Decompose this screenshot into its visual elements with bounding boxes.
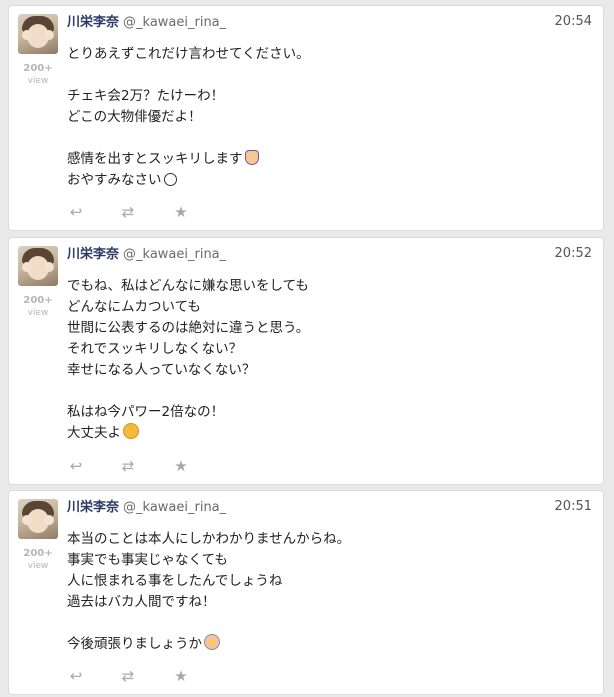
tweet-line: 世間に公表するのは絶対に違うと思う。 (67, 320, 310, 336)
tweet-line: とりあえずこれだけ言わせてください。 (67, 46, 310, 62)
star-icon[interactable]: ★ (172, 668, 190, 684)
retweet-icon[interactable]: ⇄ (119, 668, 137, 684)
person-emoji-icon (244, 150, 259, 165)
tweet-line: 事実でも事実じゃなくても (67, 552, 228, 568)
tweet-line (67, 613, 587, 634)
view-count: 200+ view (18, 63, 58, 87)
view-count: 200+ view (18, 295, 58, 319)
view-count: 200+ view (18, 548, 58, 572)
tweet-line (67, 381, 587, 402)
tweet-header: 川栄李奈 @_kawaei_rina_ (67, 246, 226, 264)
timestamp[interactable]: 20:52 (555, 246, 592, 261)
avatar[interactable] (18, 246, 58, 286)
tweet-line: でもね、私はどんなに嫌な思いをしても (67, 278, 309, 294)
view-count-label: view (27, 76, 49, 86)
retweet-icon[interactable]: ⇄ (119, 204, 137, 220)
avatar-hand (22, 30, 32, 40)
flower-emoji-icon (204, 634, 220, 650)
tweet-header: 川栄李奈 @_kawaei_rina_ (67, 499, 226, 517)
view-count-value: 200+ (23, 548, 53, 559)
avatar-hand (22, 515, 32, 525)
tweet-line: 大丈夫よ (67, 423, 587, 444)
view-count-value: 200+ (23, 295, 53, 306)
blush-emoji-icon (123, 423, 139, 439)
tweet-line-text: 今後頑張りましょうか (67, 636, 202, 652)
user-handle[interactable]: @_kawaei_rina_ (123, 15, 226, 30)
tweet-text: とりあえずこれだけ言わせてください。 チェキ会2万？たけーわ！ どこの大物俳優だ… (67, 44, 587, 191)
avatar-hand (22, 262, 32, 272)
view-count-label: view (27, 308, 49, 318)
tweet-line: どんなにムカついても (67, 299, 201, 315)
tweet-line: 本当のことは本人にしかわかりませんからね。 (67, 531, 351, 547)
tweet-line: 過去はバカ人間ですね！ (67, 594, 216, 610)
reply-icon[interactable]: ↩ (67, 204, 85, 220)
reply-icon[interactable]: ↩ (67, 668, 85, 684)
tweet-line-text: 大丈夫よ (67, 425, 121, 441)
tweet-card: 200+ view 川栄李奈 @_kawaei_rina_ 20:52 でもね、私… (8, 237, 604, 485)
avatar[interactable] (18, 499, 58, 539)
user-handle[interactable]: @_kawaei_rina_ (123, 500, 226, 515)
tweet-line: 幸せになる人っていなくない？ (67, 362, 256, 378)
user-handle[interactable]: @_kawaei_rina_ (123, 247, 226, 262)
tweet-line (67, 65, 587, 86)
tweet-line (67, 128, 587, 149)
tweet-card: 200+ view 川栄李奈 @_kawaei_rina_ 20:54 とりあえず… (8, 5, 604, 231)
tweet-line: 感情を出すとスッキリします (67, 149, 587, 170)
tweet-line: それでスッキリしなくない？ (67, 341, 243, 357)
avatar[interactable] (18, 14, 58, 54)
tweet-line-text: おやすみなさい (67, 172, 162, 188)
view-count-value: 200+ (23, 63, 53, 74)
display-name[interactable]: 川栄李奈 (67, 247, 119, 262)
tweet-card: 200+ view 川栄李奈 @_kawaei_rina_ 20:51 本当のこと… (8, 490, 604, 695)
tweet-line: おやすみなさい (67, 170, 587, 191)
tweet-line: 今後頑張りましょうか (67, 634, 587, 655)
display-name[interactable]: 川栄李奈 (67, 15, 119, 30)
avatar-hand (44, 515, 54, 525)
tweet-line: どこの大物俳優だよ！ (67, 109, 202, 125)
tweet-header: 川栄李奈 @_kawaei_rina_ (67, 14, 226, 32)
tweet-line: 私はね今パワー2倍なの！ (67, 404, 225, 420)
avatar-hand (44, 262, 54, 272)
star-icon[interactable]: ★ (172, 204, 190, 220)
star-icon[interactable]: ★ (172, 458, 190, 474)
timestamp[interactable]: 20:54 (555, 14, 592, 29)
avatar-hand (44, 30, 54, 40)
reply-icon[interactable]: ↩ (67, 458, 85, 474)
tweet-text: でもね、私はどんなに嫌な思いをしても どんなにムカついても 世間に公表するのは絶… (67, 276, 587, 444)
timestamp[interactable]: 20:51 (555, 499, 592, 514)
display-name[interactable]: 川栄李奈 (67, 500, 119, 515)
smile-emoji-icon (163, 173, 177, 186)
view-count-label: view (27, 561, 49, 571)
tweet-line-text: 感情を出すとスッキリします (67, 151, 243, 167)
tweet-line: チェキ会2万？たけーわ！ (67, 88, 225, 104)
tweet-text: 本当のことは本人にしかわかりませんからね。 事実でも事実じゃなくても 人に恨まれ… (67, 529, 587, 655)
retweet-icon[interactable]: ⇄ (119, 458, 137, 474)
tweet-line: 人に恨まれる事をしたんでしょうね (67, 573, 283, 589)
